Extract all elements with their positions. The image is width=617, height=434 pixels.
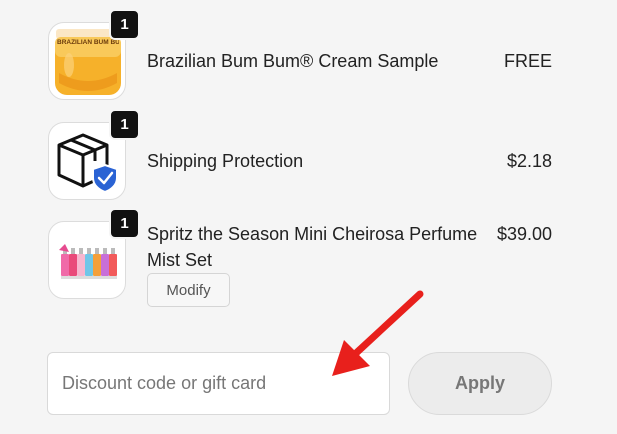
item-price: FREE bbox=[503, 51, 552, 71]
line-item: 1 Shipping Protection $2.18 bbox=[48, 109, 552, 202]
annotation-arrow-icon bbox=[332, 290, 424, 376]
item-price: $2.18 bbox=[506, 151, 552, 171]
line-item: 1 Spritz the Season Mini Cheirosa Perfum… bbox=[48, 208, 552, 311]
item-name: Brazilian Bum Bum® Cream Sample bbox=[147, 51, 439, 71]
line-item: BRAZILIAN BUM BUM CREAM 1 Brazilian Bum … bbox=[48, 9, 552, 102]
quantity-badge: 1 bbox=[109, 9, 140, 40]
jar-label-text: BRAZILIAN BUM BUM CREAM bbox=[57, 39, 119, 46]
item-price: $39.00 bbox=[496, 224, 552, 244]
quantity-badge: 1 bbox=[109, 109, 140, 140]
modify-button[interactable]: Modify bbox=[147, 273, 230, 307]
item-name: Shipping Protection bbox=[147, 151, 304, 171]
item-name: Spritz the Season Mini Cheirosa Perfume … bbox=[147, 224, 478, 270]
quantity-badge: 1 bbox=[109, 208, 140, 239]
